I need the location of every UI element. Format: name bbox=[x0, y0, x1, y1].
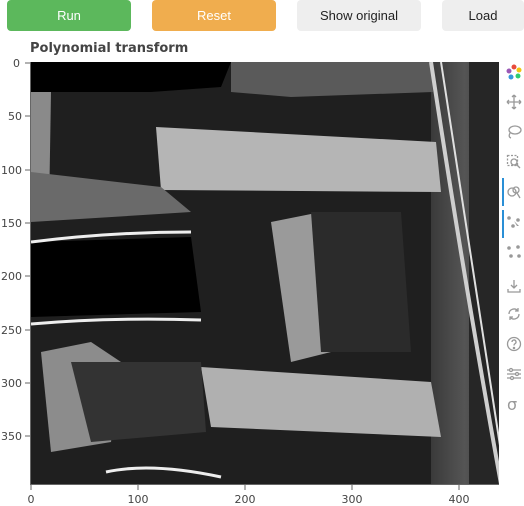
y-tick-label: 100 bbox=[1, 164, 22, 177]
poly-draw-icon[interactable] bbox=[504, 242, 524, 262]
y-tick-label: 350 bbox=[1, 430, 22, 443]
x-tick-label: 300 bbox=[342, 493, 363, 506]
plot-toolbar: σ bbox=[502, 60, 524, 420]
wheel-zoom-icon[interactable] bbox=[504, 182, 524, 202]
load-button[interactable]: Load bbox=[442, 0, 524, 31]
y-tick-label: 0 bbox=[13, 57, 20, 70]
lasso-select-icon[interactable] bbox=[504, 122, 524, 142]
point-draw-icon[interactable] bbox=[504, 212, 524, 232]
svg-text:σ: σ bbox=[507, 396, 517, 412]
y-tick-label: 200 bbox=[1, 270, 22, 283]
y-tick-label: 250 bbox=[1, 324, 22, 337]
y-tick-label: 300 bbox=[1, 377, 22, 390]
bokeh-logo-icon[interactable] bbox=[504, 62, 524, 82]
reset-button[interactable]: Reset bbox=[152, 0, 276, 31]
box-zoom-icon[interactable] bbox=[504, 152, 524, 172]
reset-icon[interactable] bbox=[504, 304, 524, 324]
y-axis-ticks: 0 50 100 150 200 250 300 350 bbox=[1, 57, 30, 443]
x-tick-label: 400 bbox=[449, 493, 470, 506]
image-plot-area[interactable] bbox=[31, 62, 499, 484]
help-icon[interactable] bbox=[504, 334, 524, 354]
settings-icon[interactable] bbox=[504, 364, 524, 384]
y-tick-label: 50 bbox=[8, 110, 22, 123]
pan-icon[interactable] bbox=[504, 92, 524, 112]
x-axis-ticks: 0 100 200 300 400 bbox=[28, 485, 470, 506]
run-button[interactable]: Run bbox=[7, 0, 131, 31]
save-icon[interactable] bbox=[504, 276, 524, 296]
y-tick-label: 150 bbox=[1, 217, 22, 230]
x-tick-label: 0 bbox=[28, 493, 35, 506]
x-tick-label: 200 bbox=[235, 493, 256, 506]
show-original-button[interactable]: Show original bbox=[297, 0, 421, 31]
transformed-image bbox=[31, 62, 499, 484]
plot-title: Polynomial transform bbox=[30, 41, 189, 56]
x-tick-label: 100 bbox=[128, 493, 149, 506]
sigma-icon[interactable]: σ bbox=[504, 394, 524, 414]
